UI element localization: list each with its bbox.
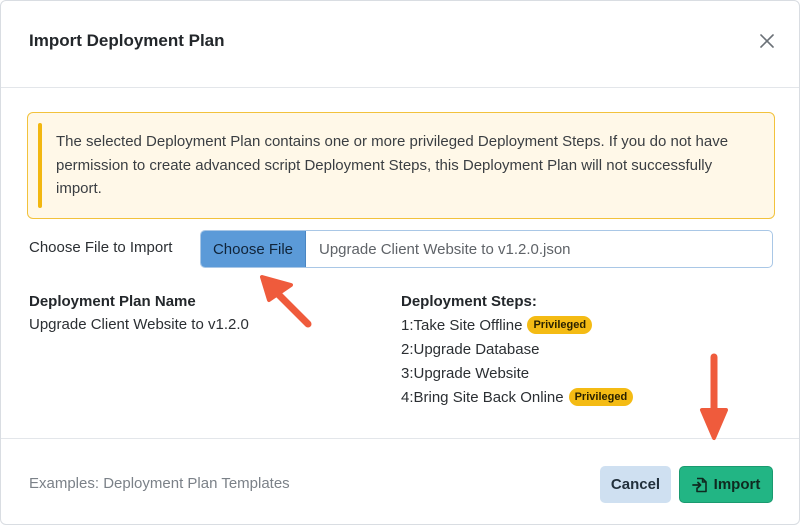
close-button[interactable]: [755, 29, 779, 53]
step-label: 1:Take Site Offline: [401, 316, 523, 334]
privileged-badge: Privileged: [527, 316, 593, 334]
file-import-label: Choose File to Import: [29, 239, 173, 256]
selected-file-name: Upgrade Client Website to v1.2.0.json: [319, 240, 571, 258]
deployment-step: 1:Take Site Offline Privileged: [401, 313, 633, 337]
privileged-warning-alert: The selected Deployment Plan contains on…: [27, 112, 775, 219]
examples-link[interactable]: Examples: Deployment Plan Templates: [29, 475, 290, 492]
plan-name-heading: Deployment Plan Name: [29, 293, 196, 310]
privileged-badge: Privileged: [568, 388, 634, 406]
file-input[interactable]: Choose File Upgrade Client Website to v1…: [200, 230, 773, 268]
import-button[interactable]: Import: [679, 466, 773, 503]
alert-accent-bar: [38, 123, 42, 208]
deployment-step: 3:Upgrade Website: [401, 361, 633, 385]
import-button-label: Import: [713, 476, 761, 493]
choose-file-button[interactable]: Choose File: [201, 231, 306, 267]
deployment-step: 2:Upgrade Database: [401, 337, 633, 361]
deployment-steps-heading: Deployment Steps:: [401, 293, 537, 310]
file-import-icon: [691, 477, 707, 492]
close-icon: [760, 34, 774, 48]
alert-message: The selected Deployment Plan contains on…: [56, 133, 729, 197]
deployment-step: 4:Bring Site Back Online Privileged: [401, 385, 634, 409]
dialog-footer: Examples: Deployment Plan Templates Canc…: [1, 438, 799, 524]
dialog-header: Import Deployment Plan: [1, 1, 799, 88]
step-label: 2:Upgrade Database: [401, 340, 540, 358]
step-label: 4:Bring Site Back Online: [401, 388, 564, 406]
plan-name-section: Deployment Plan Name Upgrade Client Webs…: [29, 293, 249, 333]
cancel-button[interactable]: Cancel: [600, 466, 671, 503]
dialog-body: The selected Deployment Plan contains on…: [1, 88, 799, 438]
import-deployment-plan-dialog: Import Deployment Plan The selected Depl…: [0, 0, 800, 525]
plan-name-value: Upgrade Client Website to v1.2.0: [29, 316, 249, 333]
step-label: 3:Upgrade Website: [401, 364, 530, 382]
dialog-title: Import Deployment Plan: [29, 31, 225, 50]
deployment-steps-section: Deployment Steps: 1:Take Site Offline Pr…: [401, 293, 634, 409]
